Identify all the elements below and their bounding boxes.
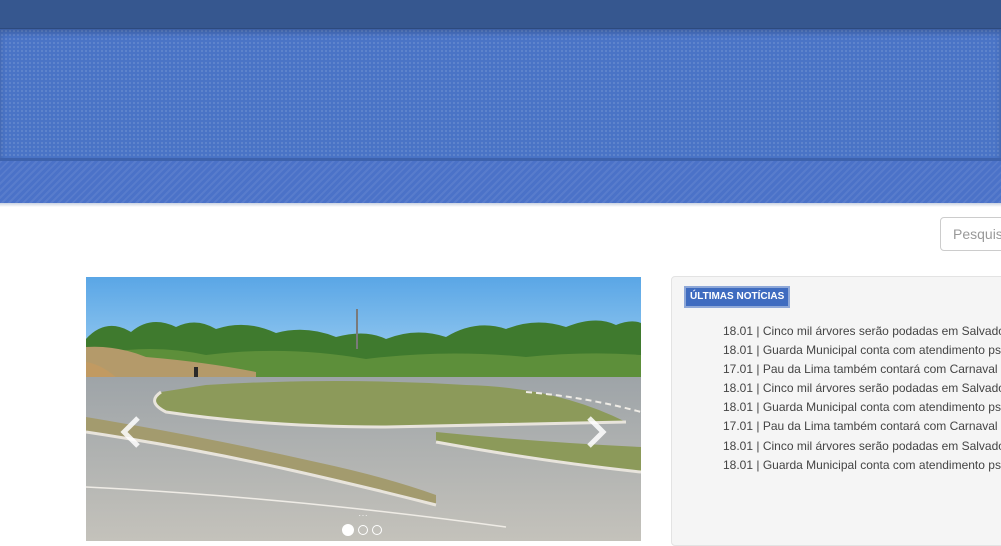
latest-news-panel: ÚLTIMAS NOTÍCIAS 18.01 | Cinco mil árvor…: [671, 276, 1001, 546]
news-list: 18.01 | Cinco mil árvores serão podadas …: [723, 322, 1001, 475]
chevron-right-icon: [587, 416, 607, 448]
carousel-photo: [86, 277, 641, 541]
news-item[interactable]: 17.01 | Pau da Lima também contará com C…: [723, 417, 1001, 436]
carousel-next-button[interactable]: [581, 412, 611, 452]
news-item[interactable]: 18.01 | Guarda Municipal conta com atend…: [723, 456, 1001, 475]
latest-news-title: ÚLTIMAS NOTÍCIAS: [684, 286, 791, 308]
search-input[interactable]: [940, 217, 1001, 251]
carousel-indicator[interactable]: [358, 525, 368, 535]
news-item[interactable]: 18.01 | Guarda Municipal conta com atend…: [723, 398, 1001, 417]
top-bar: [0, 0, 1001, 29]
image-carousel[interactable]: ...: [86, 277, 641, 541]
news-item[interactable]: 18.01 | Cinco mil árvores serão podadas …: [723, 437, 1001, 456]
news-item[interactable]: 18.01 | Cinco mil árvores serão podadas …: [723, 379, 1001, 398]
chevron-left-icon: [120, 416, 140, 448]
news-item[interactable]: 17.01 | Pau da Lima também contará com C…: [723, 360, 1001, 379]
carousel-indicator[interactable]: [342, 524, 354, 536]
carousel-prev-button[interactable]: [116, 412, 146, 452]
carousel-indicator[interactable]: [372, 525, 382, 535]
news-item[interactable]: 18.01 | Cinco mil árvores serão podadas …: [723, 322, 1001, 341]
nav-divider: [0, 203, 1001, 207]
carousel-indicators: [342, 524, 382, 537]
news-item[interactable]: 18.01 | Guarda Municipal conta com atend…: [723, 341, 1001, 360]
header-banner: [0, 29, 1001, 158]
carousel-caption: ...: [358, 509, 369, 518]
navigation-bar[interactable]: [0, 158, 1001, 203]
